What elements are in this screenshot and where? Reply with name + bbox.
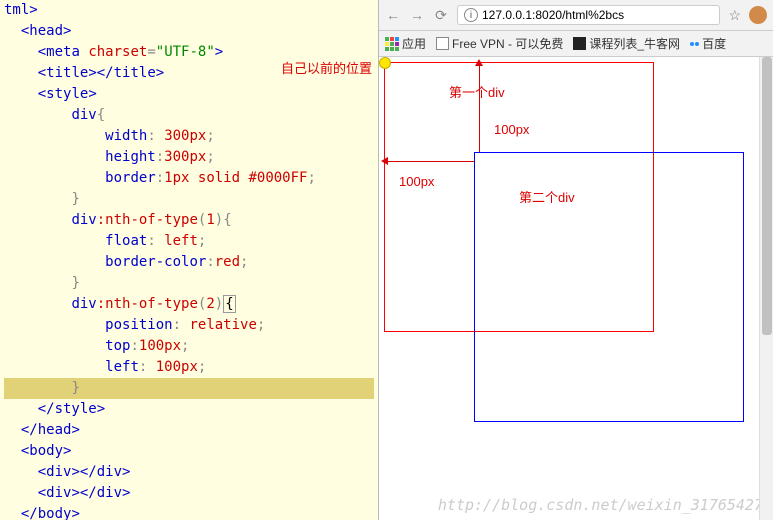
code-token: 100px (156, 359, 198, 375)
arrow-horizontal (383, 161, 474, 162)
code-token: div (71, 296, 96, 312)
code-token: position (105, 317, 172, 333)
code-token: 2 (206, 296, 214, 312)
watermark: http://blog.csdn.net/weixin_31765427 (438, 496, 763, 514)
code-token: 100px (139, 338, 181, 354)
source-code[interactable]: tml> <head> <meta charset="UTF-8"> <titl… (0, 0, 378, 520)
code-token: meta (46, 44, 80, 60)
code-token: div (71, 107, 96, 123)
code-token: :nth-of-type (97, 212, 198, 228)
code-token: style (55, 401, 97, 417)
code-token: 1px solid #0000FF (164, 170, 307, 186)
reload-button[interactable]: ⟳ (433, 7, 449, 23)
label-offset-left: 100px (399, 174, 434, 189)
text-cursor: { (223, 295, 235, 313)
baidu-icon (690, 42, 699, 46)
bookmarks-bar: 应用 Free VPN - 可以免费 课程列表_牛客网 百度 (379, 31, 773, 57)
code-token: :nth-of-type (97, 296, 198, 312)
back-button[interactable]: ← (385, 7, 401, 23)
bookmark-label: 课程列表_牛客网 (589, 35, 680, 52)
bookmark-icon (573, 37, 586, 50)
forward-button[interactable]: → (409, 7, 425, 23)
arrow-head-left-icon (381, 157, 388, 165)
code-token: border (105, 170, 156, 186)
bookmark-label: Free VPN - 可以免费 (452, 35, 563, 52)
bookmark-course[interactable]: 课程列表_牛客网 (573, 35, 680, 52)
code-token: relative (189, 317, 256, 333)
vertical-scrollbar[interactable] (759, 57, 773, 520)
url-text: 127.0.0.1:8020/html%2bcs (482, 8, 624, 22)
label-div2: 第二个div (519, 187, 575, 206)
site-info-icon[interactable]: i (464, 8, 478, 22)
page-viewport: 第一个div 100px 100px 第二个div http://blog.cs… (379, 57, 773, 520)
code-token: head (29, 23, 63, 39)
code-token: div (97, 464, 122, 480)
code-token: red (215, 254, 240, 270)
bookmark-label: 百度 (702, 35, 726, 52)
code-token: "UTF-8" (156, 44, 215, 60)
label-offset-top: 100px (494, 122, 529, 137)
position-annotation: 自己以前的位置 (281, 58, 372, 77)
code-token: head (38, 422, 72, 438)
code-token: title (46, 65, 88, 81)
code-editor-pane: 自己以前的位置 tml> <head> <meta charset="UTF-8… (0, 0, 379, 520)
code-token: div (97, 485, 122, 501)
arrow-head-up-icon (475, 59, 483, 66)
scrollbar-thumb[interactable] (762, 57, 772, 335)
code-token: body (38, 506, 72, 520)
arrow-vertical (479, 61, 480, 152)
code-token: left (164, 233, 198, 249)
origin-marker (379, 57, 391, 69)
extension-icon[interactable] (749, 6, 767, 24)
code-token: style (46, 86, 88, 102)
address-bar[interactable]: i 127.0.0.1:8020/html%2bcs (457, 5, 720, 25)
rendered-div-2 (474, 152, 744, 422)
bookmark-icon (436, 37, 449, 50)
code-token: charset (88, 44, 147, 60)
code-token: div (46, 485, 71, 501)
code-token: title (114, 65, 156, 81)
code-token: tml (4, 2, 29, 18)
bookmark-vpn[interactable]: Free VPN - 可以免费 (436, 35, 563, 52)
code-token: left (105, 359, 139, 375)
code-token: float (105, 233, 147, 249)
browser-pane: ← → ⟳ i 127.0.0.1:8020/html%2bcs ☆ 应用 Fr… (379, 0, 773, 520)
browser-toolbar: ← → ⟳ i 127.0.0.1:8020/html%2bcs ☆ (379, 0, 773, 31)
code-token: div (71, 212, 96, 228)
code-token: 300px (164, 149, 206, 165)
code-token: height (105, 149, 156, 165)
label-div1: 第一个div (449, 82, 505, 101)
code-token: body (29, 443, 63, 459)
code-token: top (105, 338, 130, 354)
apps-icon (385, 37, 399, 51)
code-token: 1 (206, 212, 214, 228)
code-token: div (46, 464, 71, 480)
star-icon[interactable]: ☆ (728, 7, 741, 24)
apps-shortcut[interactable]: 应用 (385, 35, 426, 52)
code-token: width (105, 128, 147, 144)
bookmark-baidu[interactable]: 百度 (690, 35, 726, 52)
code-token: 300px (164, 128, 206, 144)
bookmark-label: 应用 (402, 35, 426, 52)
code-token: border-color (105, 254, 206, 270)
